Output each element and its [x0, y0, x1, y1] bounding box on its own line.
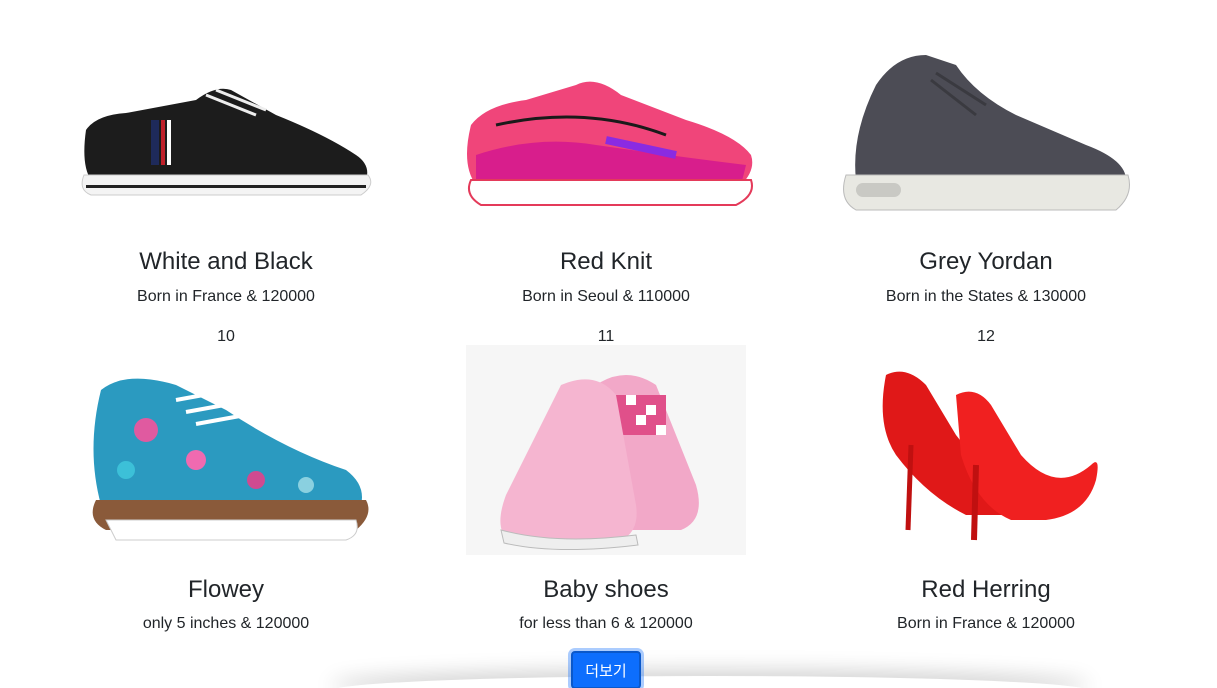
product-number: 10 [217, 328, 235, 345]
product-title: Grey Yordan [919, 248, 1053, 275]
sneaker-black-icon [56, 30, 396, 230]
product-title: Red Knit [559, 248, 653, 275]
red-heels-icon [816, 350, 1156, 550]
product-title: Baby shoes [543, 576, 669, 603]
product-title: Red Herring [921, 576, 1051, 603]
product-page: White and Black Born in France & 120000 … [0, 0, 1217, 688]
high-top-grey-icon [816, 30, 1156, 230]
product-description: Born in France & 120000 [137, 288, 315, 305]
running-shoe-pink-icon [436, 30, 776, 230]
baby-slip-on-icon [436, 345, 776, 555]
floral-oxford-icon [56, 350, 396, 550]
footer-shadow [330, 676, 1090, 688]
product-number: 11 [597, 328, 615, 345]
product-number: 12 [977, 328, 995, 345]
product-title: White and Black [139, 248, 313, 275]
product-description: for less than 6 & 120000 [519, 615, 693, 632]
product-description: Born in France & 120000 [897, 615, 1075, 632]
product-description: Born in the States & 130000 [885, 288, 1087, 305]
load-more-button[interactable]: 더보기 [571, 651, 641, 688]
product-description: Born in Seoul & 110000 [522, 288, 690, 305]
product-description: only 5 inches & 120000 [142, 615, 310, 632]
product-title: Flowey [187, 576, 265, 603]
